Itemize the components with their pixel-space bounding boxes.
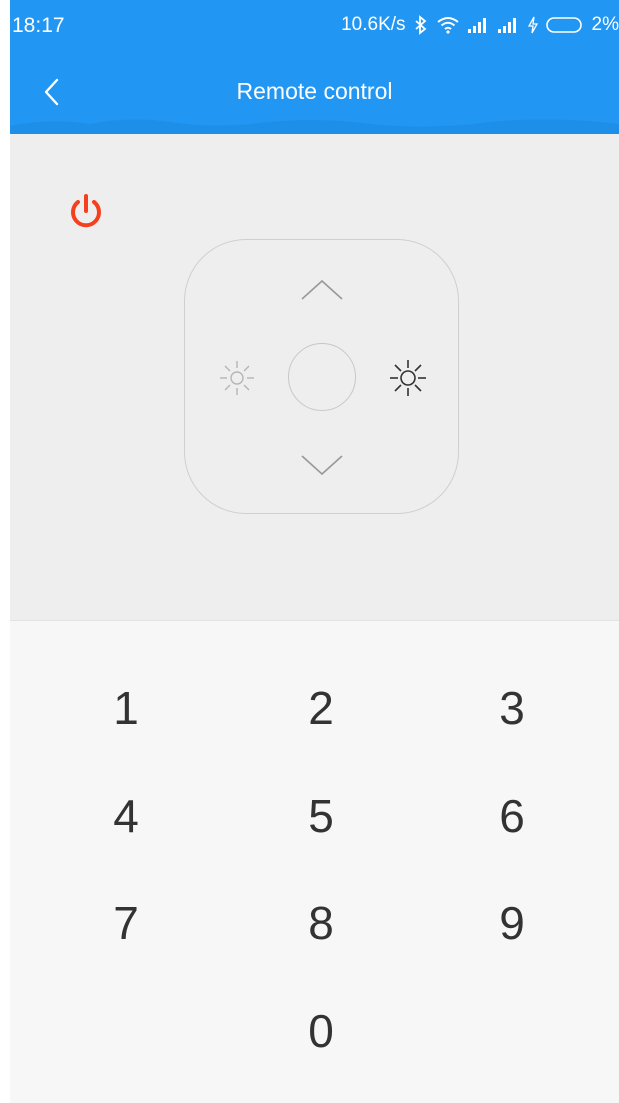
key-6[interactable]: 6 (452, 776, 572, 856)
key-1[interactable]: 1 (66, 668, 186, 748)
sun-bright-icon (390, 360, 426, 396)
key-7[interactable]: 7 (66, 883, 186, 963)
net-speed: 10.6K/s (341, 14, 406, 35)
key-2[interactable]: 2 (261, 668, 381, 748)
status-time: 18:17 (12, 14, 65, 37)
key-3[interactable]: 3 (452, 668, 572, 748)
chevron-down-icon (301, 455, 343, 476)
app-frame: 18:17 10.6K/s 2% Remote control 1 2 3 4 … (10, 0, 619, 1103)
wifi-icon (436, 16, 460, 34)
status-icons: 10.6K/s 2% (341, 14, 619, 36)
battery-level: 2% (591, 14, 619, 35)
power-button[interactable] (66, 192, 106, 232)
key-8[interactable]: 8 (261, 883, 381, 963)
key-9[interactable]: 9 (452, 883, 572, 963)
page-title: Remote control (236, 78, 393, 104)
direction-pad (184, 239, 459, 514)
signal-icon (467, 17, 490, 33)
brightness-down-button[interactable] (207, 350, 267, 406)
number-keypad: 1 2 3 4 5 6 7 8 9 0 (10, 621, 619, 1103)
key-4[interactable]: 4 (66, 776, 186, 856)
key-5[interactable]: 5 (261, 776, 381, 856)
chevron-up-icon (301, 279, 343, 300)
center-button[interactable] (288, 343, 356, 411)
key-0[interactable]: 0 (261, 991, 381, 1071)
battery-icon (545, 16, 584, 34)
bluetooth-icon (414, 15, 428, 35)
status-bar: 18:17 10.6K/s 2% (10, 0, 619, 50)
sun-dim-icon (220, 361, 254, 395)
power-icon (71, 194, 101, 228)
down-button[interactable] (292, 445, 352, 485)
header-decoration (10, 119, 619, 134)
control-panel (10, 134, 619, 621)
up-button[interactable] (292, 270, 352, 310)
signal-icon (497, 17, 520, 33)
brightness-up-button[interactable] (378, 350, 438, 406)
charging-icon (527, 16, 538, 34)
header: Remote control (10, 50, 619, 134)
